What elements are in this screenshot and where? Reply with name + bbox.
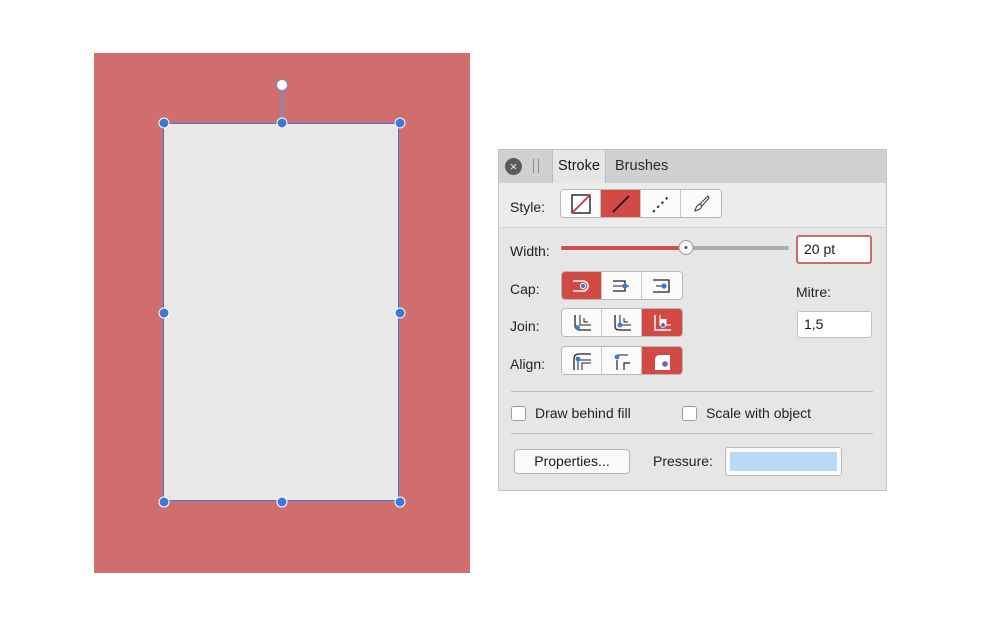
draw-behind-fill-checkbox[interactable] (511, 406, 526, 421)
dashed-line-icon (651, 194, 671, 214)
tab-brushes[interactable]: Brushes (610, 150, 673, 183)
pressure-swatch-color (730, 452, 837, 471)
style-dashed-button[interactable] (641, 190, 681, 217)
bevel-join-icon (651, 313, 673, 333)
square-cap-icon (651, 277, 673, 295)
align-center-button[interactable] (602, 347, 642, 374)
resize-handle-top[interactable] (276, 117, 288, 129)
cap-butt-button[interactable] (562, 272, 602, 299)
brush-icon (691, 194, 711, 214)
join-round-button[interactable] (602, 309, 642, 336)
scale-with-object-checkbox[interactable] (682, 406, 697, 421)
round-cap-icon (611, 277, 633, 295)
draw-behind-fill-label: Draw behind fill (535, 405, 631, 421)
align-inside-icon (571, 351, 593, 371)
align-inside-button[interactable] (562, 347, 602, 374)
resize-handle-top-right[interactable] (394, 117, 406, 129)
resize-handle-bottom[interactable] (276, 496, 288, 508)
style-solid-button[interactable] (601, 190, 641, 217)
separator (511, 391, 873, 392)
align-center-icon (611, 351, 633, 371)
round-join-icon (611, 313, 633, 333)
cap-segmented-control (561, 271, 683, 300)
width-input[interactable]: 20 pt (796, 235, 872, 264)
style-label: Style: (510, 199, 546, 215)
tab-stroke[interactable]: Stroke (552, 150, 606, 184)
close-icon[interactable]: × (505, 158, 522, 175)
resize-handle-bottom-right[interactable] (394, 496, 406, 508)
cap-label: Cap: (510, 281, 540, 297)
width-slider-knob[interactable] (678, 240, 694, 255)
resize-handle-top-left[interactable] (158, 117, 170, 129)
style-row: Style: (499, 183, 886, 228)
resize-handle-right[interactable] (394, 307, 406, 319)
mitre-label: Mitre: (796, 284, 831, 300)
align-label: Align: (510, 356, 546, 372)
pressure-swatch[interactable] (725, 447, 842, 476)
width-slider[interactable] (561, 240, 789, 255)
mitre-input[interactable]: 1,5 (797, 311, 872, 338)
scale-with-object-label: Scale with object (706, 405, 812, 421)
separator (511, 433, 873, 434)
style-none-button[interactable] (561, 190, 601, 217)
selected-rectangle[interactable] (163, 123, 399, 501)
resize-handle-left[interactable] (158, 307, 170, 319)
no-stroke-icon (570, 193, 591, 214)
cap-round-button[interactable] (602, 272, 642, 299)
join-label: Join: (510, 318, 540, 334)
resize-handle-bottom-left[interactable] (158, 496, 170, 508)
width-slider-fill (561, 246, 687, 250)
cap-square-button[interactable] (642, 272, 682, 299)
butt-cap-icon (571, 277, 593, 295)
join-bevel-button[interactable] (642, 309, 682, 336)
align-outside-button[interactable] (642, 347, 682, 374)
panel-tab-bar: × Stroke Brushes (499, 150, 886, 184)
drag-grip-icon[interactable] (533, 159, 539, 173)
join-segmented-control (561, 308, 683, 337)
mitre-join-icon (571, 313, 593, 333)
stroke-panel: × Stroke Brushes Style: Width: 20 pt Cap… (498, 149, 887, 491)
width-label: Width: (510, 243, 550, 259)
solid-line-icon (611, 194, 631, 214)
align-segmented-control (561, 346, 683, 375)
rotation-handle[interactable] (276, 79, 288, 91)
pressure-label: Pressure: (653, 453, 713, 469)
align-outside-icon (651, 351, 673, 371)
join-mitre-button[interactable] (562, 309, 602, 336)
style-segmented-control (560, 189, 722, 218)
properties-button[interactable]: Properties... (514, 449, 630, 474)
style-brush-button[interactable] (681, 190, 721, 217)
